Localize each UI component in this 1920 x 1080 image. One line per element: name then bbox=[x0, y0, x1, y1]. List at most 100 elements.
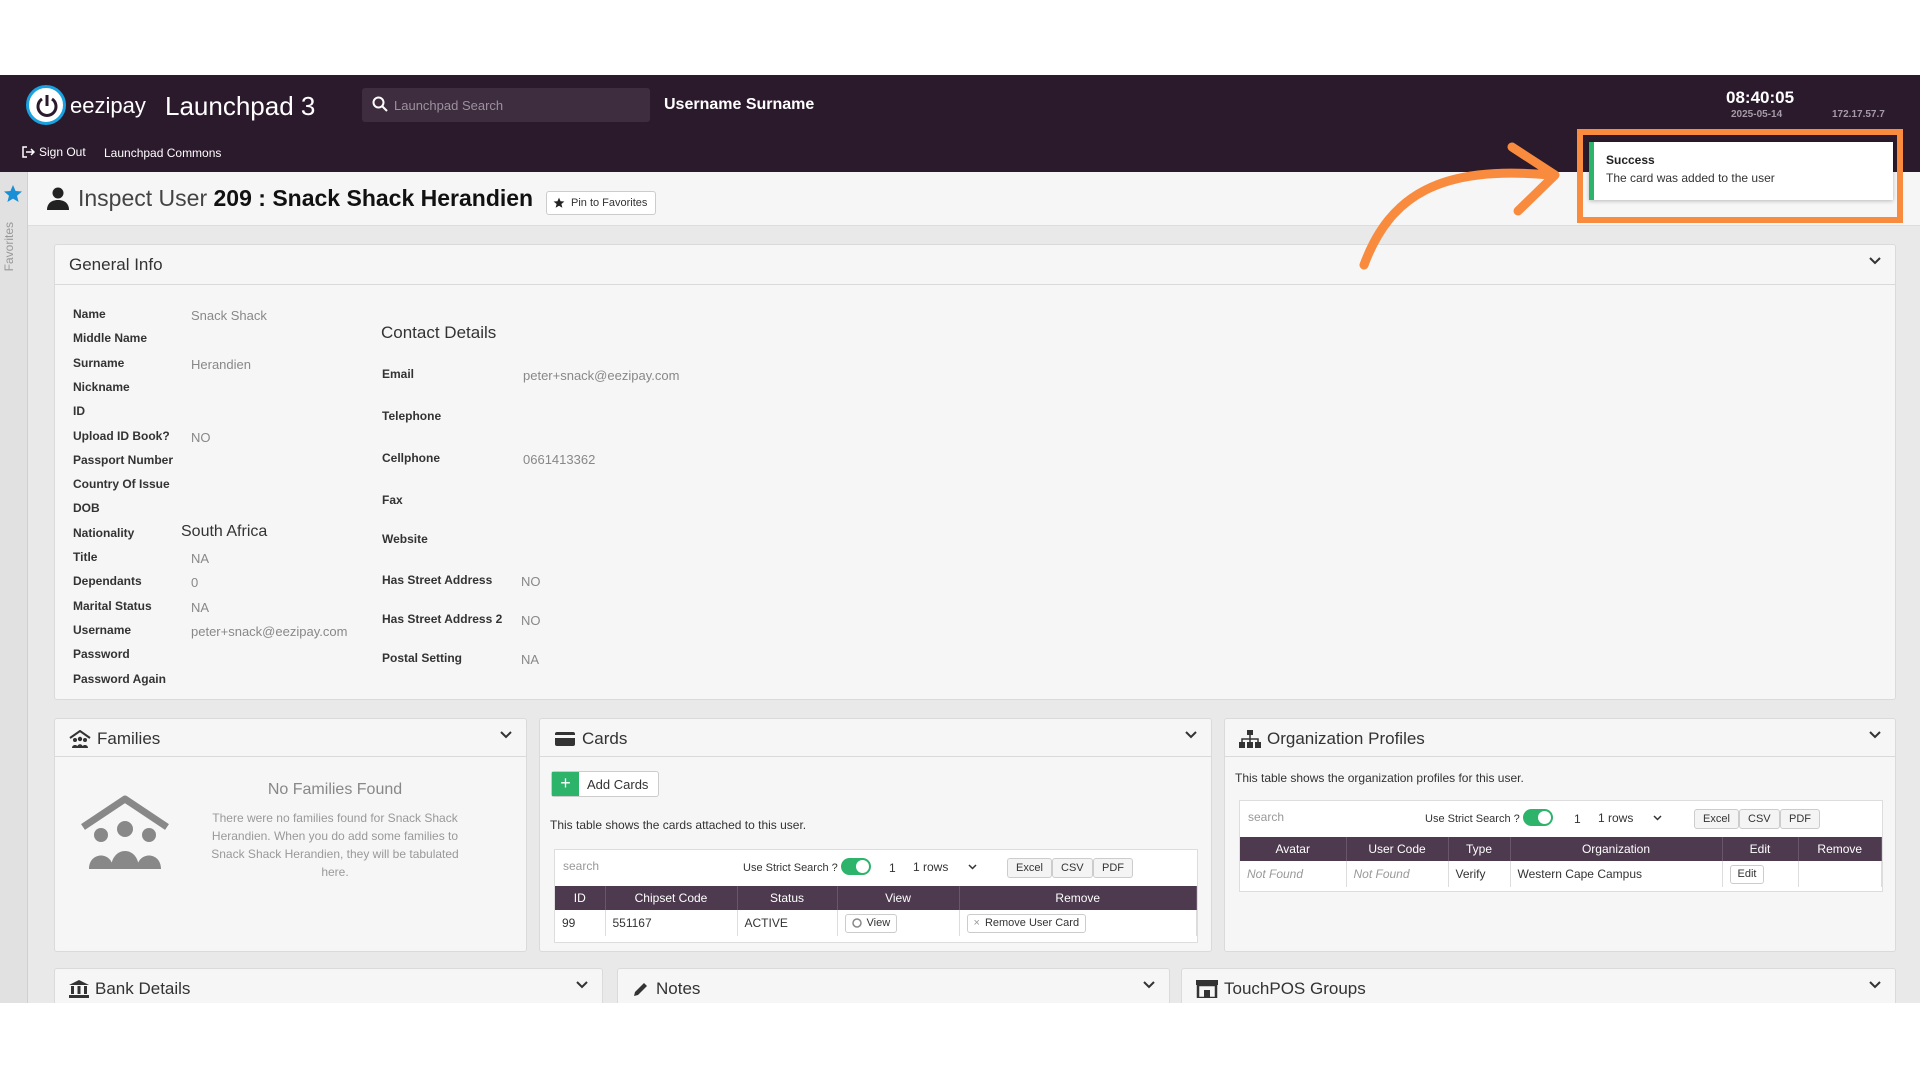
edit-org-profile-button[interactable]: Edit bbox=[1729, 864, 1765, 884]
contact-value[interactable]: 0661413362 bbox=[523, 452, 595, 467]
clock-date: 2025-05-14 bbox=[1731, 109, 1783, 120]
field-value[interactable]: NA bbox=[191, 551, 209, 566]
field-value[interactable]: NA bbox=[191, 600, 209, 615]
field-value[interactable]: 0 bbox=[191, 575, 198, 590]
view-card-button[interactable]: View bbox=[844, 913, 898, 933]
strict-search-toggle[interactable] bbox=[1523, 809, 1553, 826]
store-icon bbox=[1196, 980, 1218, 998]
table-header-row: ID Chipset Code Status View Remove bbox=[555, 886, 1197, 910]
brand-name: eezipay bbox=[70, 93, 146, 118]
field-label: Upload ID Book? bbox=[73, 428, 170, 443]
contact-value[interactable]: NO bbox=[521, 613, 541, 628]
column-header[interactable]: Organization bbox=[1510, 837, 1723, 861]
annotation-arrow-icon bbox=[1359, 142, 1560, 270]
search-input[interactable] bbox=[394, 95, 634, 115]
rows-select[interactable]: 1 rows bbox=[1598, 811, 1662, 825]
contact-label: Has Street Address 2 bbox=[382, 612, 503, 626]
touchpos-groups-header[interactable]: TouchPOS Groups bbox=[1182, 969, 1895, 1003]
favorites-label[interactable]: Favorites bbox=[2, 222, 26, 271]
families-header[interactable]: Families bbox=[55, 719, 526, 757]
chevron-down-icon bbox=[1653, 815, 1662, 821]
app-window: eezipay Launchpad 3 Username Surname 08:… bbox=[0, 75, 1920, 1003]
org-profiles-table-box: Use Strict Search ? 1 1 rows Excel CSV P… bbox=[1239, 800, 1883, 892]
column-header[interactable]: Edit bbox=[1722, 837, 1799, 861]
field-label: Username bbox=[73, 622, 132, 637]
contact-value[interactable]: NO bbox=[521, 574, 541, 589]
pin-to-favorites-button[interactable]: Pin to Favorites bbox=[546, 191, 657, 215]
column-header[interactable]: Chipset Code bbox=[605, 886, 738, 910]
search-icon bbox=[372, 96, 388, 112]
close-icon: × bbox=[973, 917, 980, 929]
field-label: Dependants bbox=[73, 574, 142, 589]
add-cards-button[interactable]: + Add Cards bbox=[551, 771, 660, 797]
column-header[interactable]: Remove bbox=[959, 886, 1197, 910]
favorites-rail[interactable]: Favorites bbox=[0, 172, 28, 1003]
empty-families-title: No Families Found bbox=[267, 781, 403, 798]
panel-title: TouchPOS Groups bbox=[1224, 979, 1366, 998]
field-label: Password Again bbox=[73, 671, 166, 686]
column-header[interactable]: Avatar bbox=[1240, 837, 1347, 861]
bank-details-header[interactable]: Bank Details bbox=[55, 969, 602, 1003]
export-csv-button[interactable]: CSV bbox=[1739, 809, 1780, 829]
toast-message: The card was added to the user bbox=[1606, 171, 1775, 185]
chevron-down-icon[interactable] bbox=[500, 731, 512, 739]
general-info-header[interactable]: General Info bbox=[55, 245, 1895, 285]
chevron-down-icon[interactable] bbox=[1869, 731, 1881, 739]
field-label: DOB bbox=[73, 501, 100, 516]
card-status: ACTIVE bbox=[737, 910, 838, 936]
contact-value[interactable]: peter+snack@eezipay.com bbox=[523, 368, 679, 383]
column-header[interactable]: View bbox=[837, 886, 960, 910]
column-header[interactable]: Type bbox=[1448, 837, 1511, 861]
launchpad-search[interactable] bbox=[362, 88, 650, 122]
star-icon[interactable] bbox=[3, 184, 23, 204]
column-header[interactable]: Status bbox=[737, 886, 838, 910]
cards-header[interactable]: Cards bbox=[540, 719, 1211, 757]
page-title: Inspect User 209 : Snack Shack Herandien bbox=[78, 185, 533, 212]
notes-header[interactable]: Notes bbox=[618, 969, 1169, 1003]
contact-label: Has Street Address bbox=[382, 573, 493, 587]
export-pdf-button[interactable]: PDF bbox=[1093, 858, 1133, 878]
org-search-input[interactable] bbox=[1248, 805, 1408, 829]
launchpad-commons-link[interactable]: Launchpad Commons bbox=[104, 146, 221, 160]
user-full-name: Snack Shack Herandien bbox=[272, 185, 534, 211]
card-chipset: 551167 bbox=[605, 910, 738, 936]
general-info-panel: General Info Name Snack Shack Middle Name S… bbox=[54, 244, 1896, 700]
field-value[interactable]: NO bbox=[191, 430, 211, 445]
org-remove[interactable] bbox=[1798, 861, 1882, 887]
contact-value[interactable]: NA bbox=[521, 652, 539, 667]
add-cards-label: Add Cards bbox=[587, 776, 649, 792]
user-id: 209 bbox=[213, 185, 252, 211]
field-value[interactable]: Herandien bbox=[191, 357, 251, 372]
sign-out-link[interactable]: Sign Out bbox=[22, 145, 86, 159]
export-csv-button[interactable]: CSV bbox=[1052, 858, 1093, 878]
chevron-down-icon[interactable] bbox=[1185, 731, 1197, 739]
rows-select[interactable]: 1 rows bbox=[913, 860, 977, 874]
remove-user-card-button[interactable]: × Remove User Card bbox=[966, 913, 1087, 933]
chevron-down-icon[interactable] bbox=[1869, 981, 1881, 989]
panel-title: Notes bbox=[656, 979, 701, 998]
sign-out-icon bbox=[22, 146, 35, 158]
export-excel-button[interactable]: Excel bbox=[1007, 858, 1052, 878]
chevron-down-icon[interactable] bbox=[576, 981, 588, 989]
column-header[interactable]: Remove bbox=[1798, 837, 1882, 861]
strict-search-toggle[interactable] bbox=[841, 858, 871, 875]
chevron-down-icon[interactable] bbox=[1143, 981, 1155, 989]
success-toast[interactable]: Success The card was added to the user bbox=[1589, 142, 1893, 200]
export-excel-button[interactable]: Excel bbox=[1694, 809, 1739, 829]
organization-profiles-header[interactable]: Organization Profiles bbox=[1225, 719, 1895, 757]
field-value[interactable]: peter+snack@eezipay.com bbox=[191, 624, 347, 639]
field-value[interactable]: Snack Shack bbox=[191, 308, 267, 323]
export-pdf-button[interactable]: PDF bbox=[1780, 809, 1820, 829]
field-label: Title bbox=[73, 550, 98, 564]
ip-address: 172.17.57.7 bbox=[1832, 109, 1885, 120]
column-header[interactable]: ID bbox=[555, 886, 606, 910]
cards-search-input[interactable] bbox=[563, 854, 723, 878]
column-header[interactable]: User Code bbox=[1346, 837, 1449, 861]
card-id: 99 bbox=[555, 910, 606, 936]
field-value[interactable]: South Africa bbox=[181, 523, 267, 541]
contact-label: Cellphone bbox=[382, 451, 441, 465]
chevron-down-icon[interactable] bbox=[1869, 257, 1881, 265]
current-username[interactable]: Username Surname bbox=[664, 96, 814, 114]
contact-label: Website bbox=[382, 532, 428, 546]
sitemap-icon bbox=[1239, 730, 1261, 748]
